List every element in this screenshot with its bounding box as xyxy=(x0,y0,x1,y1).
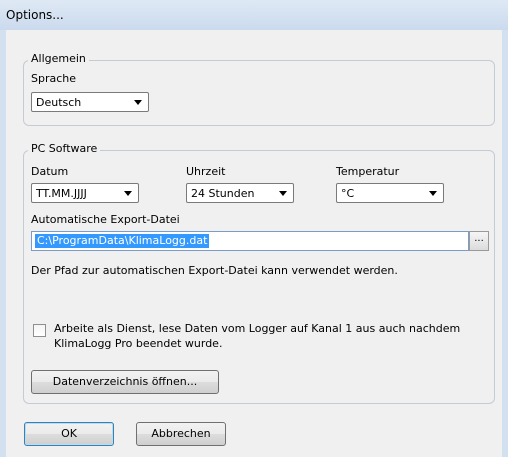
service-checkbox-label-line1: Arbeite als Dienst, lese Daten vom Logge… xyxy=(54,322,461,335)
time-format-value: 24 Stunden xyxy=(191,187,255,200)
date-format-select[interactable]: TT.MM.JJJJ xyxy=(31,183,139,203)
time-format-select[interactable]: 24 Stunden xyxy=(186,183,294,203)
general-group-title: Allgemein xyxy=(28,52,89,65)
browse-button[interactable]: ... xyxy=(469,231,489,251)
service-checkbox-label-line2: KlimaLogg Pro beendet wurde. xyxy=(54,337,223,350)
temperature-label: Temperatur xyxy=(336,165,400,178)
chevron-down-icon xyxy=(124,191,132,196)
cancel-button[interactable]: Abbrechen xyxy=(136,422,226,446)
chevron-down-icon xyxy=(134,100,142,105)
export-file-value: C:\ProgramData\KlimaLogg.dat xyxy=(35,234,210,248)
open-data-directory-button[interactable]: Datenverzeichnis öffnen... xyxy=(31,370,219,394)
export-hint: Der Pfad zur automatischen Export-Datei … xyxy=(31,264,398,277)
window-title: Options... xyxy=(6,8,64,22)
language-select-value: Deutsch xyxy=(36,96,82,109)
date-format-value: TT.MM.JJJJ xyxy=(36,187,87,200)
title-bar: Options... xyxy=(0,0,508,30)
pc-software-group-title: PC Software xyxy=(28,142,101,155)
temperature-unit-value: °C xyxy=(341,187,355,200)
window-frame-right xyxy=(502,30,508,457)
date-label: Datum xyxy=(31,165,69,178)
export-file-input[interactable]: C:\ProgramData\KlimaLogg.dat xyxy=(31,231,469,251)
chevron-down-icon xyxy=(429,191,437,196)
language-select[interactable]: Deutsch xyxy=(31,92,149,112)
service-checkbox[interactable] xyxy=(33,324,46,337)
chevron-down-icon xyxy=(279,191,287,196)
language-label: Sprache xyxy=(31,72,77,85)
time-label: Uhrzeit xyxy=(186,165,226,178)
temperature-unit-select[interactable]: °C xyxy=(336,183,444,203)
ok-button[interactable]: OK xyxy=(24,422,114,446)
export-file-label: Automatische Export-Datei xyxy=(31,213,180,226)
dialog-body: Allgemein Sprache Deutsch PC Software Da… xyxy=(6,30,502,457)
